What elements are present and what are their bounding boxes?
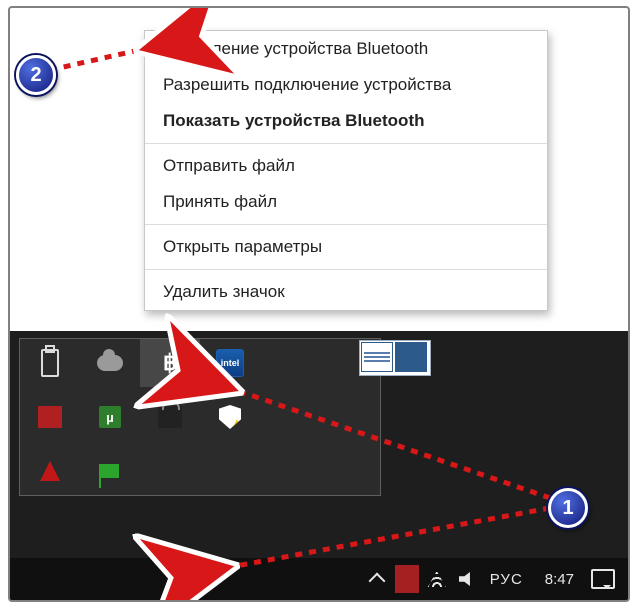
flag-icon[interactable] [80,447,140,495]
headphones-icon[interactable] [140,393,200,441]
onedrive-icon[interactable] [80,339,140,387]
screen-recorder-icon[interactable] [20,393,80,441]
task-view-thumbnails[interactable] [359,340,431,376]
tray-chevron-icon[interactable] [362,558,392,600]
menu-separator [145,269,547,270]
taskbar: РУС 8:47 [10,558,628,600]
menu-add-bluetooth-device[interactable]: Добавление устройства Bluetooth [145,31,547,67]
action-center-icon[interactable] [588,558,618,600]
menu-send-file[interactable]: Отправить файл [145,148,547,184]
bluetooth-tray-icon[interactable]: ฿ [140,339,200,387]
bluetooth-context-menu: Добавление устройства Bluetooth Разрешит… [144,30,548,311]
menu-receive-file[interactable]: Принять файл [145,184,547,220]
tray-row: µ [20,393,380,441]
clock[interactable]: 8:47 [531,571,588,588]
menu-open-settings[interactable]: Открыть параметры [145,229,547,265]
tray-overflow-popup: ฿ intel µ [19,338,381,496]
volume-icon[interactable] [452,558,482,600]
menu-separator [145,143,547,144]
network-icon[interactable] [422,558,452,600]
tray-row: ฿ intel [20,339,380,387]
upload-icon[interactable] [20,447,80,495]
menu-separator [145,224,547,225]
thumbnail-icon [395,342,427,372]
utorrent-icon[interactable]: µ [80,393,140,441]
thumbnail-icon [361,342,393,372]
step-badge-1: 1 [548,488,588,528]
usb-device-icon[interactable] [20,339,80,387]
language-indicator[interactable]: РУС [482,571,531,588]
menu-show-bluetooth-devices[interactable]: Показать устройства Bluetooth [145,103,547,139]
security-shield-icon[interactable] [392,558,422,600]
menu-allow-device-connection[interactable]: Разрешить подключение устройства [145,67,547,103]
intel-graphics-icon[interactable]: intel [200,339,260,387]
tray-row [20,447,380,495]
desktop-dark-area: ฿ intel µ [10,331,628,600]
security-alert-icon[interactable] [200,393,260,441]
step-badge-2: 2 [16,55,56,95]
menu-remove-icon[interactable]: Удалить значок [145,274,547,310]
